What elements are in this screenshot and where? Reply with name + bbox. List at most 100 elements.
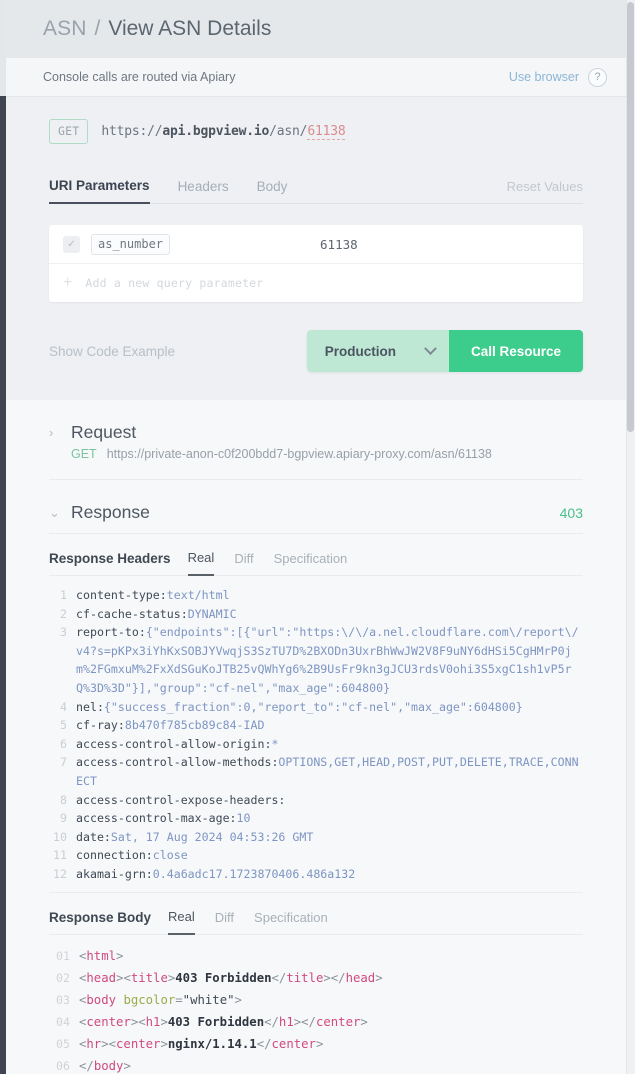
header-line-text: access-control-allow-origin:*: [76, 736, 279, 751]
plus-icon: +: [63, 274, 73, 291]
request-block: › Request GET https://private-anon-c0f20…: [49, 400, 583, 480]
request-url: https://private-anon-c0f200bdd7-bgpview.…: [106, 447, 492, 461]
response-headers-label: Response Headers: [49, 551, 171, 566]
line-number: 1: [60, 588, 67, 602]
body-line: 05 <hr><center>nginx/1.14.1</center>: [49, 1033, 583, 1055]
response-body-tab-diff[interactable]: Diff: [215, 910, 234, 934]
page-scrollbar[interactable]: [626, 0, 635, 1074]
line-number: 2: [60, 606, 67, 621]
line-number: 05: [56, 1036, 70, 1051]
header-line-text: cf-ray:8b470f785cb89c84-IAD: [76, 718, 265, 733]
response-body-tabs: Response Body Real Diff Specification: [49, 891, 583, 935]
header-line: 7 access-control-allow-methods:OPTIONS,GE…: [49, 753, 583, 790]
header-line: 9 access-control-max-age:10: [49, 809, 583, 828]
line-number: 02: [56, 970, 70, 985]
http-method-badge: GET: [49, 119, 89, 144]
body-line: 04 <center><h1>403 Forbidden</h1></center…: [49, 1011, 583, 1033]
header-line-text: nel:{"success_fraction":0,"report_to":"c…: [76, 699, 523, 714]
header-line: 12 akamai-grn:0.4a6adc17.1723870406.486a1…: [49, 865, 583, 884]
chevron-down-icon: [424, 341, 437, 355]
response-status-code: 403: [559, 504, 583, 521]
header-line-text: access-control-allow-methods:OPTIONS,GET…: [76, 755, 579, 788]
response-header-row[interactable]: ⌄ Response 403: [49, 502, 583, 523]
line-number: 6: [60, 736, 67, 751]
header-line-text: connection:close: [76, 848, 188, 863]
show-code-example-link[interactable]: Show Code Example: [49, 344, 175, 359]
page-title: View ASN Details: [108, 17, 272, 40]
line-number: 01: [56, 948, 70, 963]
chevron-down-collapse-icon[interactable]: ⌄: [49, 506, 62, 519]
reset-values-button[interactable]: Reset Values: [507, 179, 583, 203]
line-number: 12: [53, 866, 67, 881]
header-line-text: akamai-grn:0.4a6adc17.1723870406.486a132: [76, 866, 356, 881]
app-viewport: ASN / View ASN Details Console calls are…: [0, 0, 635, 1074]
parameters-card: ✓ as_number 61138 + Add a new query para…: [49, 225, 583, 302]
add-parameter-row[interactable]: + Add a new query parameter: [49, 264, 583, 302]
line-number: 04: [56, 1014, 70, 1029]
response-headers-tab-diff[interactable]: Diff: [234, 551, 253, 575]
body-line-text: <body bgcolor="white">: [79, 992, 242, 1007]
breadcrumb-root[interactable]: ASN: [43, 17, 86, 41]
console-notice-text: Console calls are routed via Apiary: [43, 70, 236, 84]
help-icon[interactable]: ?: [588, 67, 607, 87]
header-line: 6 access-control-allow-origin:*: [49, 735, 583, 754]
header-line: 1 content-type:text/html: [49, 586, 583, 605]
body-line: 06 </body>: [49, 1055, 583, 1074]
tab-body[interactable]: Body: [257, 179, 288, 203]
header-line-text: date:Sat, 17 Aug 2024 04:53:26 GMT: [76, 829, 314, 844]
response-body-code: 01 <html> 02 <head><title>403 Forbidden</ti…: [49, 935, 583, 1074]
url-path: /asn/: [269, 124, 308, 139]
use-browser-link[interactable]: Use browser: [509, 70, 579, 84]
left-rail: [0, 0, 6, 1074]
request-response-section: › Request GET https://private-anon-c0f20…: [6, 400, 626, 1074]
line-number: 03: [56, 992, 70, 1007]
line-number: 06: [56, 1058, 70, 1073]
console-notice-bar: Console calls are routed via Apiary Use …: [6, 58, 626, 97]
response-headers-tab-real[interactable]: Real: [187, 550, 215, 576]
header-line: 11 connection:close: [49, 846, 583, 865]
response-headers-tab-specification[interactable]: Specification: [274, 551, 348, 575]
request-header-row[interactable]: › Request: [49, 422, 583, 443]
response-headers-code: 1 content-type:text/html 2 cf-cache-status:…: [49, 576, 583, 892]
parameter-checkbox[interactable]: ✓: [63, 235, 80, 253]
request-title: Request: [71, 422, 137, 442]
call-resource-button[interactable]: Call Resource: [448, 330, 583, 372]
header-line-text: access-control-max-age:10: [76, 811, 251, 826]
response-title: Response: [71, 502, 150, 522]
response-body-tab-real[interactable]: Real: [168, 909, 195, 935]
header-line-text: content-type:text/html: [76, 588, 230, 602]
console-tabs: URI Parameters Headers Body Reset Values: [49, 178, 583, 204]
notice-actions: Use browser ?: [509, 67, 607, 87]
tab-uri-parameters[interactable]: URI Parameters: [49, 178, 150, 204]
header-line: 8 access-control-expose-headers:: [49, 791, 583, 810]
header-line-text: access-control-expose-headers:: [76, 792, 286, 807]
url-variable[interactable]: 61138: [307, 124, 346, 140]
body-line-text: </body>: [79, 1058, 131, 1073]
parameter-name[interactable]: as_number: [91, 233, 171, 255]
endpoint-url: https://api.bgpview.io/asn/61138: [101, 124, 346, 140]
header-line: 4 nel:{"success_fraction":0,"report_to":"…: [49, 698, 583, 717]
environment-select[interactable]: Production: [306, 330, 449, 372]
line-number: 3: [60, 625, 67, 640]
breadcrumb-separator: /: [94, 17, 101, 40]
line-number: 7: [60, 755, 67, 770]
header-line: 5 cf-ray:8b470f785cb89c84-IAD: [49, 716, 583, 735]
body-line-text: <head><title>403 Forbidden</title></head…: [79, 970, 383, 985]
body-line: 01 <html>: [49, 945, 583, 967]
response-body-label: Response Body: [49, 909, 152, 925]
page-scrollbar-thumb[interactable]: [627, 2, 634, 432]
call-controls: Production Call Resource: [306, 330, 583, 372]
breadcrumb: ASN / View ASN Details: [6, 0, 626, 58]
chevron-right-icon[interactable]: ›: [49, 426, 62, 439]
body-line: 03 <body bgcolor="white">: [49, 989, 583, 1011]
body-line: 02 <head><title>403 Forbidden</title></he…: [49, 967, 583, 989]
line-number: 4: [60, 699, 67, 714]
request-url-row: GET https://private-anon-c0f200bdd7-bgpv…: [49, 447, 583, 461]
tab-headers[interactable]: Headers: [178, 179, 229, 203]
console-actions: Show Code Example Production Call Resour…: [49, 330, 583, 372]
parameter-value-input[interactable]: 61138: [320, 237, 358, 252]
environment-select-value: Production: [324, 343, 396, 359]
response-body-tab-specification[interactable]: Specification: [254, 910, 328, 934]
body-line-text: <center><h1>403 Forbidden</h1></center>: [79, 1014, 368, 1029]
page-content: ASN / View ASN Details Console calls are…: [6, 0, 626, 1074]
